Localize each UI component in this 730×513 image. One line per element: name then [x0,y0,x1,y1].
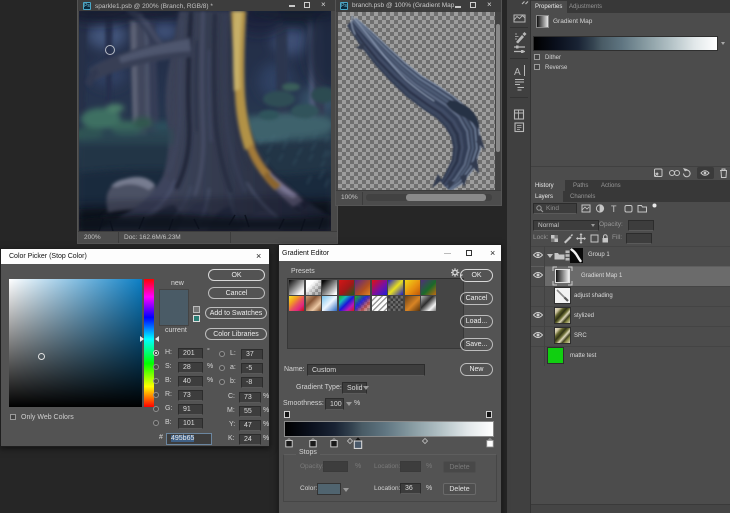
svg-text:A: A [514,67,521,78]
svg-text:T: T [611,204,617,214]
